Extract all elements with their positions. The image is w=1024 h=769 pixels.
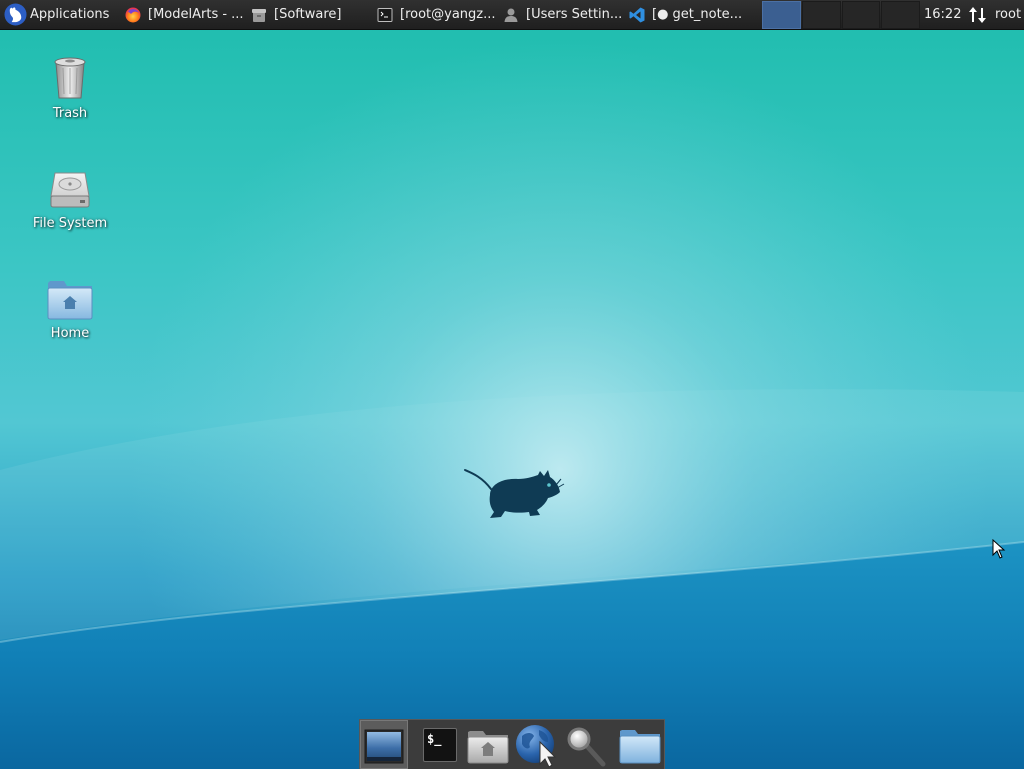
folder-icon	[619, 730, 661, 764]
desktop-icon-label: File System	[32, 216, 108, 231]
dock-search-button[interactable]	[561, 720, 609, 769]
applications-label: Applications	[30, 7, 110, 22]
terminal-icon	[377, 7, 393, 23]
user-icon	[503, 7, 519, 23]
show-desktop-icon	[364, 729, 404, 764]
hard-drive-icon	[46, 162, 94, 210]
xfce-mouse-logo-icon	[460, 465, 565, 523]
dock-web-browser-button[interactable]	[512, 720, 560, 769]
desktop-icon-home[interactable]: Home	[20, 272, 120, 342]
search-icon	[567, 727, 606, 767]
terminal-icon: $_	[423, 728, 457, 762]
firefox-icon	[125, 7, 141, 23]
taskbar-button-terminal[interactable]: [root@yangz...	[374, 0, 500, 29]
dock-show-desktop-button[interactable]	[360, 720, 408, 769]
home-folder-icon	[46, 272, 94, 320]
home-folder-icon	[467, 731, 509, 764]
applications-menu-button[interactable]: Applications	[0, 0, 118, 29]
workspace-3[interactable]	[841, 1, 881, 29]
desktop-wallpaper	[0, 0, 1024, 769]
trash-icon	[46, 52, 94, 100]
terminal-icon-glyph: $_	[427, 732, 442, 746]
web-browser-icon	[516, 725, 557, 768]
workspace-4[interactable]	[881, 1, 920, 29]
vscode-icon	[629, 7, 645, 23]
desktop-icon-file-system[interactable]: File System	[20, 162, 120, 232]
dock-home-folder-button[interactable]	[464, 720, 512, 769]
workspace-1[interactable]	[762, 1, 801, 29]
task-label: [● get_note...	[652, 7, 743, 22]
task-label: [Users Settin...	[526, 7, 623, 22]
taskbar-button-software[interactable]: [Software]	[248, 0, 374, 29]
taskbar-button-vscode[interactable]: [● get_note...	[626, 0, 752, 29]
xfce-logo-icon	[4, 3, 27, 26]
software-package-icon	[251, 7, 267, 23]
workspace-switcher	[762, 1, 920, 29]
workspace-2[interactable]	[801, 1, 841, 29]
network-transfer-icon[interactable]	[968, 6, 988, 24]
dock-file-manager-button[interactable]	[616, 720, 664, 769]
taskbar-button-firefox[interactable]: [ModelArts - ...	[122, 0, 248, 29]
desktop-icon-trash[interactable]: Trash	[20, 52, 120, 122]
bottom-dock: $_	[359, 719, 665, 769]
taskbar-button-users-settings[interactable]: [Users Settin...	[500, 0, 626, 29]
desktop-icon-label: Home	[50, 326, 90, 341]
user-menu-button[interactable]: root	[995, 0, 1021, 29]
desktop-icon-label: Trash	[52, 106, 88, 121]
task-label: [ModelArts - ...	[148, 7, 244, 22]
task-label: [Software]	[274, 7, 342, 22]
dock-terminal-button[interactable]: $_	[416, 720, 464, 769]
top-panel: Applications [ModelArts - ... [Software]…	[0, 0, 1024, 30]
task-label: [root@yangz...	[400, 7, 496, 22]
clock[interactable]: 16:22	[924, 0, 961, 29]
mouse-cursor	[992, 539, 1006, 559]
